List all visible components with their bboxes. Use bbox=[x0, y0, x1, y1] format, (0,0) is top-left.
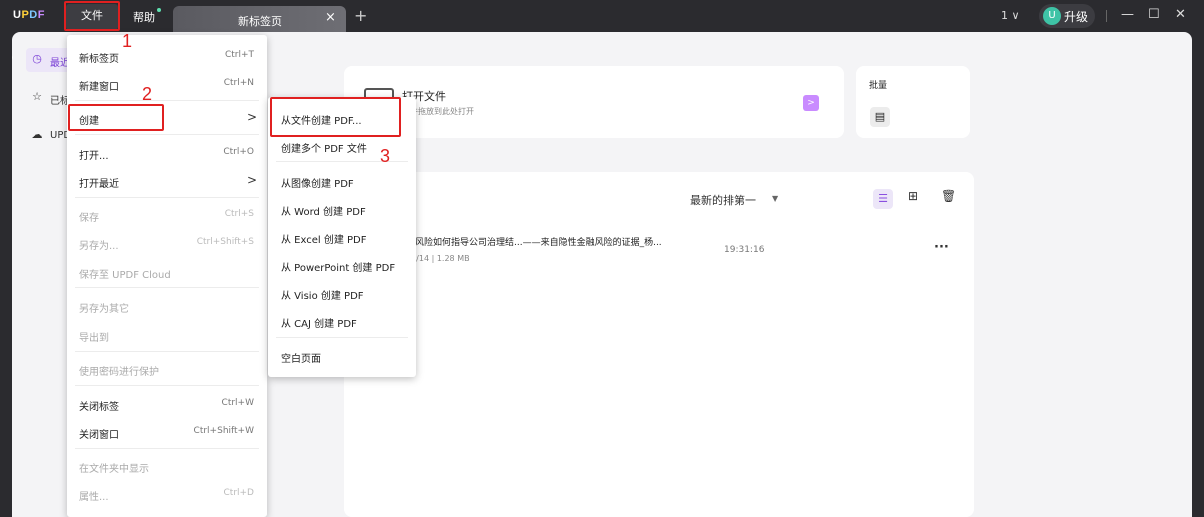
help-notification-dot bbox=[157, 8, 161, 12]
window-count-dropdown[interactable]: 1 ∨ bbox=[1001, 9, 1020, 22]
trash-icon[interactable]: 🗑 bbox=[941, 189, 956, 203]
chevron-right-icon[interactable]: > bbox=[803, 95, 819, 111]
minimize-icon[interactable]: — bbox=[1121, 7, 1134, 22]
divider bbox=[75, 351, 259, 352]
maximize-icon[interactable]: ☐ bbox=[1148, 7, 1160, 22]
menu-item-close-window[interactable]: 关闭窗口 Ctrl+Shift+W bbox=[67, 419, 267, 445]
divider bbox=[75, 100, 259, 101]
menu-item-save-cloud: 保存至 UPDF Cloud bbox=[79, 270, 171, 281]
submenu-item-from-visio[interactable]: 从 Visio 创建 PDF bbox=[268, 280, 416, 306]
batch-card[interactable]: 批量 ▤ bbox=[856, 66, 970, 138]
submenu-item-from-image[interactable]: 从图像创建 PDF bbox=[268, 168, 416, 194]
menu-item-save: 保存 Ctrl+S bbox=[79, 209, 254, 224]
annotation-box-1 bbox=[64, 1, 120, 31]
upgrade-label[interactable]: 升级 bbox=[1064, 8, 1088, 25]
annotation-number-2: 2 bbox=[142, 84, 153, 104]
file-time: 19:31:16 bbox=[724, 245, 765, 255]
submenu-item-from-word[interactable]: 从 Word 创建 PDF bbox=[268, 196, 416, 222]
annotation-number-1: 1 bbox=[122, 31, 133, 51]
divider bbox=[75, 385, 259, 386]
submenu-item-blank-page[interactable]: 空白页面 bbox=[268, 343, 416, 369]
divider bbox=[75, 287, 259, 288]
divider bbox=[1106, 10, 1107, 22]
clock-icon: ◷ bbox=[32, 52, 42, 65]
batch-title: 批量 bbox=[869, 81, 888, 91]
menu-item-export: 导出到 bbox=[79, 333, 109, 344]
menu-item-save-as: 另存为... Ctrl+Shift+S bbox=[79, 237, 254, 252]
sort-dropdown[interactable]: 最新的排第一 bbox=[690, 192, 756, 208]
batch-icon[interactable]: ▤ bbox=[870, 107, 890, 127]
close-window-icon[interactable]: ✕ bbox=[1175, 7, 1186, 22]
submenu-item-from-powerpoint[interactable]: 从 PowerPoint 创建 PDF bbox=[268, 252, 416, 278]
indicator-dot bbox=[12, 56, 13, 59]
title-bar: UPDF 文件 帮助 新标签页 × + 1 ∨ U 升级 — ☐ ✕ bbox=[0, 0, 1204, 34]
star-icon: ☆ bbox=[32, 90, 42, 103]
menu-item-new-tab[interactable]: 新标签页 Ctrl+T bbox=[67, 43, 267, 69]
close-icon[interactable]: × bbox=[325, 10, 336, 25]
divider bbox=[75, 134, 259, 135]
divider bbox=[75, 197, 259, 198]
annotation-box-2 bbox=[68, 104, 164, 131]
recent-files-panel: 最新的排第一 ▼ ☰ ⊞ 🗑 融风险如何指导公司治理结...——来自隐性金融风险… bbox=[344, 172, 974, 517]
menu-help[interactable]: 帮助 bbox=[133, 9, 155, 25]
add-tab-icon[interactable]: + bbox=[354, 6, 367, 25]
tab-label: 新标签页 bbox=[238, 15, 282, 28]
divider bbox=[75, 448, 259, 449]
create-submenu: 从文件创建 PDF... 创建多个 PDF 文件 从图像创建 PDF 从 Wor… bbox=[268, 97, 416, 377]
grid-view-icon[interactable]: ⊞ bbox=[908, 189, 918, 203]
caret-down-icon[interactable]: ▼ bbox=[772, 194, 778, 203]
list-view-icon[interactable]: ☰ bbox=[873, 189, 893, 209]
chevron-right-icon: > bbox=[246, 110, 257, 124]
menu-item-protect: 使用密码进行保护 bbox=[79, 367, 159, 378]
annotation-box-3 bbox=[270, 97, 401, 137]
menu-item-properties: 属性... Ctrl+D bbox=[79, 488, 254, 503]
file-name[interactable]: 融风险如何指导公司治理结...——来自隐性金融风险的证据_杨... bbox=[406, 235, 662, 248]
menu-item-show-in-folder: 在文件夹中显示 bbox=[79, 464, 149, 475]
tab-new[interactable]: 新标签页 × bbox=[173, 6, 346, 34]
updf-logo: UPDF bbox=[13, 9, 45, 21]
menu-item-open-recent[interactable]: 打开最近 > bbox=[67, 168, 267, 194]
cloud-icon: ☁ bbox=[31, 128, 43, 141]
more-icon[interactable]: ··· bbox=[934, 240, 949, 255]
menu-item-close-tab[interactable]: 关闭标签 Ctrl+W bbox=[67, 391, 267, 417]
annotation-number-3: 3 bbox=[380, 146, 391, 166]
open-file-card[interactable]: 打开文件 文件拖放到此处打开 > bbox=[344, 66, 844, 138]
submenu-item-from-excel[interactable]: 从 Excel 创建 PDF bbox=[268, 224, 416, 250]
menu-item-new-window[interactable]: 新建窗口 Ctrl+N bbox=[67, 71, 267, 97]
avatar[interactable]: U bbox=[1043, 7, 1061, 25]
chevron-right-icon: > bbox=[246, 173, 257, 187]
submenu-item-from-caj[interactable]: 从 CAJ 创建 PDF bbox=[268, 308, 416, 334]
menu-item-save-other: 另存为其它 bbox=[79, 304, 129, 315]
divider bbox=[276, 337, 408, 338]
menu-item-open[interactable]: 打开... Ctrl+O bbox=[67, 140, 267, 166]
